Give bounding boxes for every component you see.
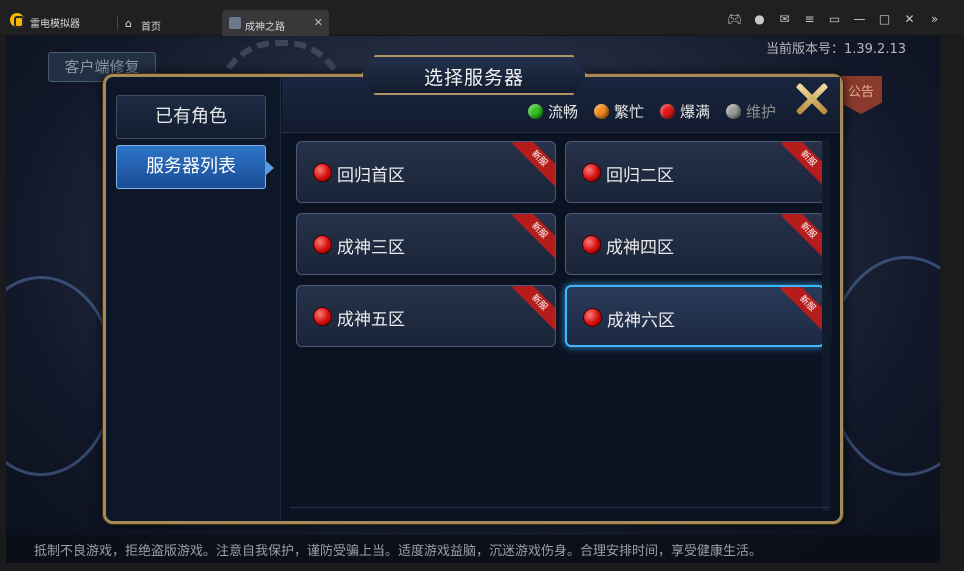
status-legend: 流畅 繁忙 爆满 维护 — [527, 101, 776, 122]
status-maintenance-icon — [725, 104, 741, 119]
new-server-badge: 新服 — [512, 286, 555, 330]
divider — [290, 507, 830, 508]
minimize-icon[interactable]: — — [852, 12, 867, 26]
server-item[interactable]: 回归二区 新服 — [565, 141, 825, 203]
gamepad-icon[interactable]: 🎮︎ — [727, 12, 742, 26]
tab-game-label: 成神之路 — [245, 22, 285, 33]
status-full-icon — [659, 104, 675, 119]
health-tip-text: 抵制不良游戏，拒绝盗版游戏。注意自我保护，谨防受骗上当。适度游戏益脑，沉迷游戏伤… — [34, 544, 763, 559]
server-item[interactable]: 成神五区 新服 — [296, 285, 556, 347]
server-item-selected[interactable]: 成神六区 新服 — [565, 285, 825, 347]
legend-label: 维护 — [745, 103, 776, 121]
server-item[interactable]: 回归首区 新服 — [296, 141, 556, 203]
title-bar: 雷电模拟器 ⌂ 首页 成神之路 ✕ 🎮︎ ● ✉ ≡ ▭ — □ ✕ » — [0, 0, 964, 36]
server-name: 成神五区 — [337, 310, 405, 330]
dialog-title: 选择服务器 — [423, 67, 524, 89]
new-server-badge: 新服 — [512, 214, 555, 258]
pin-icon[interactable]: ▭ — [827, 12, 842, 26]
maximize-icon[interactable]: □ — [877, 12, 892, 26]
tab-server-list-label: 服务器列表 — [146, 156, 236, 177]
tab-home-label: 首页 — [141, 22, 161, 33]
scrollbar[interactable] — [822, 139, 830, 511]
new-server-badge: 新服 — [780, 287, 823, 331]
tab-close-icon[interactable]: ✕ — [314, 16, 323, 29]
server-name: 成神三区 — [337, 238, 405, 258]
new-server-badge: 新服 — [781, 142, 824, 186]
emulator-logo-icon — [10, 13, 24, 28]
game-icon — [229, 17, 241, 29]
arrow-right-icon — [265, 160, 274, 176]
emulator-window: 雷电模拟器 ⌂ 首页 成神之路 ✕ 🎮︎ ● ✉ ≡ ▭ — □ ✕ » 当前版… — [0, 0, 964, 571]
legend-label: 繁忙 — [613, 103, 644, 121]
server-item[interactable]: 成神四区 新服 — [565, 213, 825, 275]
legend-item: 繁忙 — [593, 101, 644, 122]
divider — [117, 16, 118, 30]
mail-icon[interactable]: ✉ — [777, 12, 792, 26]
status-full-icon — [313, 163, 332, 182]
server-select-dialog: 已有角色 服务器列表 流畅 繁忙 爆满 维护 回归首区 新服 回归二区 新服 成… — [103, 74, 843, 524]
version-text: 当前版本号：1.39.2.13 — [765, 42, 906, 57]
user-icon[interactable]: ● — [752, 12, 767, 26]
legend-label: 流畅 — [547, 103, 578, 121]
legend-item: 维护 — [725, 101, 776, 122]
side-tabs: 已有角色 服务器列表 — [106, 77, 281, 521]
server-name: 回归首区 — [337, 166, 405, 186]
home-icon: ⌂ — [125, 17, 132, 30]
menu-icon[interactable]: ≡ — [802, 12, 817, 26]
status-busy-icon — [593, 104, 609, 119]
legend-label: 爆满 — [679, 103, 710, 121]
legend-item: 爆满 — [659, 101, 710, 122]
status-smooth-icon — [527, 104, 543, 119]
status-full-icon — [582, 163, 601, 182]
tab-home[interactable]: ⌂ 首页 — [121, 10, 219, 36]
new-server-badge: 新服 — [512, 142, 555, 186]
status-full-icon — [583, 308, 602, 327]
status-full-icon — [313, 235, 332, 254]
status-full-icon — [313, 307, 332, 326]
server-item[interactable]: 成神三区 新服 — [296, 213, 556, 275]
window-controls: 🎮︎ ● ✉ ≡ ▭ — □ ✕ » — [727, 12, 942, 26]
close-icon[interactable]: ✕ — [902, 12, 917, 26]
server-panel: 流畅 繁忙 爆满 维护 回归首区 新服 回归二区 新服 成神三区 新服 成神四区… — [282, 77, 840, 521]
expand-icon[interactable]: » — [927, 12, 942, 26]
dialog-header: 选择服务器 — [361, 55, 587, 95]
tab-existing-roles[interactable]: 已有角色 — [116, 95, 266, 139]
app-name: 雷电模拟器 — [30, 19, 80, 30]
game-screen: 当前版本号：1.39.2.13 客户端修复 公告 已有角色 服务器列表 流畅 繁… — [6, 36, 940, 563]
swirl-decoration — [826, 256, 940, 476]
health-tip-bar: 抵制不良游戏，拒绝盗版游戏。注意自我保护，谨防受骗上当。适度游戏益脑，沉迷游戏伤… — [6, 535, 940, 563]
notice-button[interactable]: 公告 — [840, 76, 882, 114]
server-name: 成神六区 — [607, 311, 675, 331]
close-icon[interactable] — [794, 81, 830, 117]
swirl-decoration — [6, 276, 116, 476]
legend-item: 流畅 — [527, 101, 578, 122]
status-full-icon — [582, 235, 601, 254]
tab-game[interactable]: 成神之路 ✕ — [222, 10, 329, 36]
server-name: 回归二区 — [606, 166, 674, 186]
server-name: 成神四区 — [606, 238, 674, 258]
new-server-badge: 新服 — [781, 214, 824, 258]
tab-server-list[interactable]: 服务器列表 — [116, 145, 274, 189]
